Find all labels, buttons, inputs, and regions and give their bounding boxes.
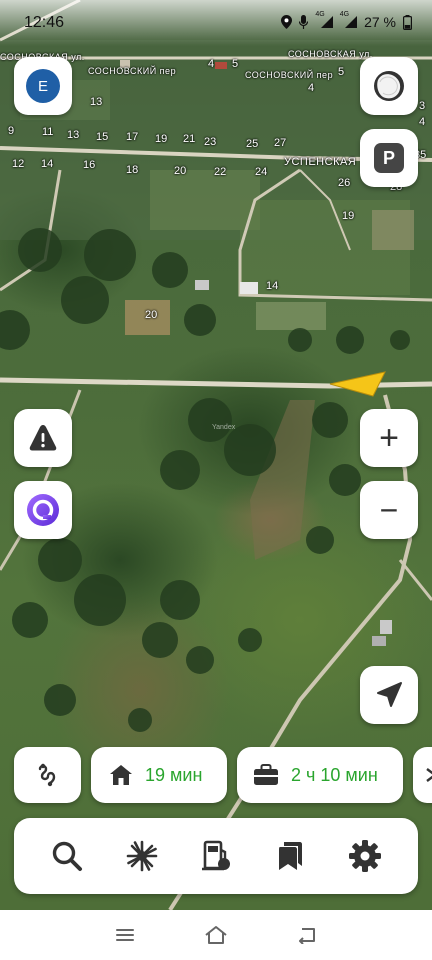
avatar: E [26,69,60,103]
house-number: 16 [83,159,96,171]
search-button[interactable] [42,831,92,881]
partial-chip-icon [426,768,432,782]
house-number: 4 [419,116,426,128]
house-number: 15 [96,131,109,143]
fuel-button[interactable] [191,831,241,881]
alice-assistant-icon [27,494,59,526]
route-home-button[interactable]: 19 мин [91,747,227,803]
zoom-in-button[interactable]: + [360,409,418,467]
briefcase-icon [254,764,278,785]
house-number: 22 [214,166,227,178]
house-number: 12 [12,158,25,170]
zoom-out-button[interactable]: − [360,481,418,539]
warning-icon [29,425,57,451]
house-number: 13 [90,96,103,108]
status-time: 12:46 [24,14,65,31]
location-icon [281,15,293,29]
zoom-out-label: − [379,492,399,528]
house-number: 9 [8,125,15,137]
sun-burst-icon [126,840,157,872]
battery-icon [403,14,412,30]
network-badge: 4G [315,11,325,18]
house-number: 25 [246,138,259,150]
bottom-toolbar [14,818,418,894]
avatar-initial: E [37,77,48,95]
status-icons: 4G 4G 27 % [281,11,412,30]
report-incident-button[interactable] [14,409,72,467]
house-number: 24 [255,166,268,178]
house-number: 26 [338,177,351,189]
user-location-arrow [329,371,386,397]
house-number: 4 [208,58,215,70]
house-number: 14 [266,280,279,292]
street-label: УСПЕНСКАЯ [284,156,357,168]
back-button[interactable] [287,915,327,955]
house-number: 13 [67,129,80,141]
alice-assistant-button[interactable] [14,481,72,539]
house-number: 14 [41,158,54,170]
street-label: СОСНОВСКИЙ пер [88,66,177,76]
parking-button[interactable]: P [360,129,418,187]
house-number: 5 [338,66,345,78]
zoom-in-label: + [379,419,399,457]
back-icon [298,928,315,944]
settings-button[interactable] [340,831,390,881]
settings-gear-icon [348,840,381,872]
home-nav-button[interactable] [196,915,236,955]
house-number: 19 [155,133,168,145]
status-bar: 12:46 4G 4G 27 % [0,0,432,46]
menu-icon [116,929,135,941]
parking-label: P [382,147,395,168]
house-number: 27 [274,137,287,149]
map-watermark: Yandex [212,424,236,431]
fuel-station-icon [201,840,230,871]
house-number: 11 [42,126,54,138]
street-label: СОСНОВСКИЙ пер [245,70,334,80]
route-more-button[interactable] [413,747,432,803]
signal-2: 4G [340,11,358,28]
work-travel-time: 2 ч 10 мин [291,764,378,785]
route-history-button[interactable] [14,747,81,803]
network-badge: 4G [339,11,350,18]
house-number: 23 [204,136,217,148]
home-travel-time: 19 мин [145,764,203,785]
profile-button[interactable]: E [14,57,72,115]
house-number: 20 [174,165,187,177]
map-layers-icon [374,71,404,101]
system-navigation-bar [0,910,432,960]
bookmarks-button[interactable] [265,831,315,881]
home-outline-icon [205,926,227,944]
house-number: 5 [232,58,239,70]
house-number: 18 [126,164,139,176]
house-number: 19 [342,210,355,222]
home-icon [110,765,132,785]
battery-level: 27 % [364,14,396,30]
route-work-button[interactable]: 2 ч 10 мин [237,747,403,803]
discovery-button[interactable] [117,831,167,881]
street-label: СОСНОВСКАЯ ул. [288,49,373,59]
location-arrow-icon [377,682,402,707]
house-number: 17 [126,131,139,143]
house-number: 20 [145,309,158,321]
layers-button[interactable] [360,57,418,115]
search-icon [52,841,83,871]
route-icon [38,763,55,787]
parking-icon: P [374,143,404,173]
bookmarks-icon [279,842,303,870]
house-number: 3 [419,100,426,112]
my-location-button[interactable] [360,666,418,724]
house-number: 21 [183,133,196,145]
recent-apps-button[interactable] [105,915,145,955]
microphone-icon [299,15,309,29]
signal-1: 4G [315,11,333,28]
house-number: 4 [308,82,315,94]
